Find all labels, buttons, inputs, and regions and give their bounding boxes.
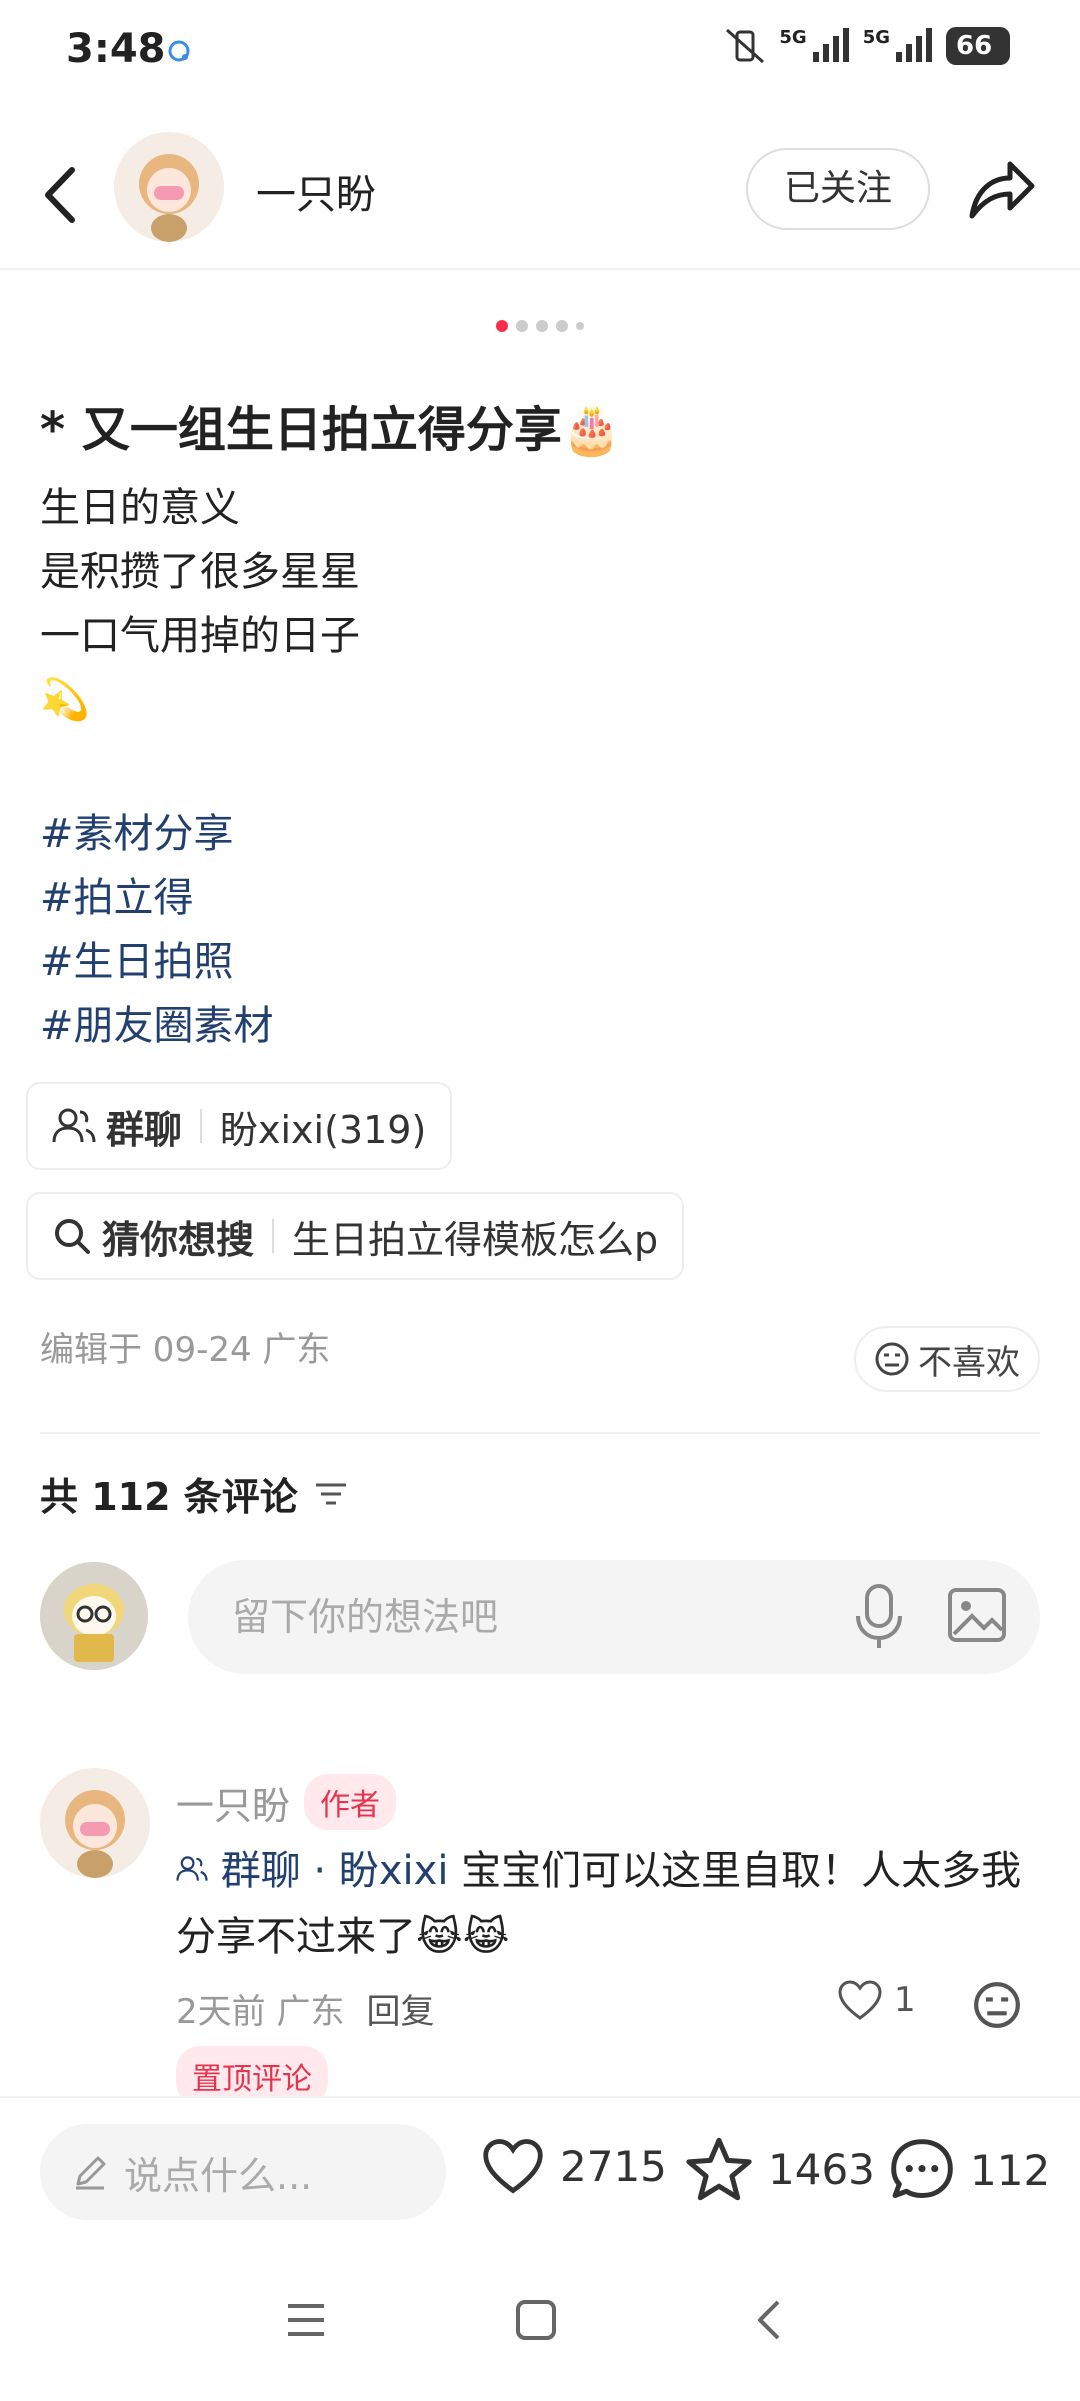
favorite-count: 1463 [768, 2144, 875, 2194]
search-icon [55, 1219, 90, 1254]
current-user-avatar-image [40, 1562, 148, 1670]
author-badge: 作者 [304, 1774, 397, 1830]
post-body-line: 是积攒了很多星星 [40, 549, 360, 595]
hashtag-link[interactable]: #生日拍照 [40, 930, 274, 994]
sort-filter-icon[interactable] [314, 1479, 348, 1509]
reply-button[interactable]: 回复 [366, 1992, 434, 2032]
hashtag-link[interactable]: #朋友圈素材 [40, 994, 274, 1058]
signal-icon [812, 28, 849, 62]
comment-text: 群聊 · 盼xixi 宝宝们可以这里自取！人太多我分享不过来了😹😹 [176, 1838, 1036, 1970]
post-tags: #素材分享 #拍立得 #生日拍照 #朋友圈素材 [40, 802, 274, 1058]
group-link-icon [176, 1856, 208, 1881]
comment-dislike-icon[interactable] [972, 1980, 1022, 2030]
comment-bubble-icon [891, 2139, 953, 2198]
comment-time-location: 2天前 广东 [176, 1992, 345, 2032]
group-icon [52, 1108, 96, 1143]
post-body-line: 一口气用掉的日子 [40, 613, 360, 659]
divider [40, 1432, 1040, 1434]
comment-author-avatar[interactable] [40, 1768, 150, 1878]
dislike-label: 不喜欢 [918, 1342, 1020, 1383]
post-body-line: 生日的意义 [40, 485, 240, 531]
comment-like-button[interactable]: 1 [836, 1978, 916, 2022]
carousel-dot [556, 320, 568, 332]
group-chip-value: 盼xixi(319) [220, 1107, 427, 1152]
carousel-dot [576, 322, 584, 330]
carousel-dot [536, 320, 548, 332]
edit-meta: 编辑于 09-24 广东 [40, 1330, 331, 1370]
pencil-icon [76, 2156, 106, 2190]
group-chat-chip[interactable]: 群聊 盼xixi(319) [26, 1082, 453, 1170]
network-label-1: 5G [779, 26, 807, 48]
search-chip-value: 生日拍立得模板怎么p [292, 1217, 659, 1262]
status-icons: 5G 5G 66 [723, 26, 1010, 66]
like-count: 2715 [560, 2141, 667, 2191]
recent-apps-icon[interactable] [284, 2298, 328, 2342]
comment-like-count: 1 [894, 1980, 916, 2020]
like-button[interactable]: 2715 [480, 2136, 667, 2196]
comment-meta: 2天前 广东 回复 [176, 1984, 434, 2033]
heart-icon [838, 1980, 882, 2020]
author-name[interactable]: 一只盼 [256, 162, 376, 220]
comment-count-label: 共 112 条评论 [40, 1475, 298, 1519]
neutral-face-icon [875, 1342, 909, 1376]
hashtag-link[interactable]: #素材分享 [40, 802, 274, 866]
signal-icon-2 [896, 28, 932, 62]
comment-input[interactable]: 留下你的想法吧 [188, 1560, 1040, 1674]
carousel-dot-active [496, 320, 508, 332]
post-title: * 又一组生日拍立得分享🎂 [40, 402, 622, 458]
say-something-input[interactable]: 说点什么... [40, 2124, 446, 2220]
comment-author-avatar-image [40, 1768, 150, 1878]
carousel-dot [516, 320, 528, 332]
hashtag-link[interactable]: #拍立得 [40, 866, 274, 930]
group-chip-label: 群聊 [106, 1107, 183, 1152]
chip-separator [272, 1219, 275, 1253]
back-arrow-icon[interactable] [36, 160, 86, 230]
star-icon [686, 2137, 752, 2201]
author-avatar[interactable] [114, 132, 224, 242]
status-time: 3:48 [66, 26, 166, 72]
search-chip-label: 猜你想搜 [102, 1217, 255, 1262]
suggested-search-chip[interactable]: 猜你想搜 生日拍立得模板怎么p [26, 1192, 685, 1280]
image-carousel-indicator [0, 320, 1080, 332]
battery-indicator: 66 [946, 27, 1010, 65]
image-picker-icon[interactable] [946, 1584, 1008, 1646]
system-back-icon[interactable] [748, 2298, 792, 2342]
comment-count: 共 112 条评论 [40, 1466, 348, 1521]
microphone-icon[interactable] [852, 1582, 906, 1652]
dislike-button[interactable]: 不喜欢 [854, 1326, 1040, 1392]
mute-vibrate-icon [726, 28, 765, 64]
heart-icon [483, 2139, 543, 2194]
current-user-avatar [40, 1562, 148, 1670]
comment-author: 一只盼 作者 [176, 1774, 397, 1830]
favorite-button[interactable]: 1463 [684, 2136, 875, 2202]
location-icon [168, 40, 190, 62]
share-icon[interactable] [962, 150, 1038, 226]
comment-button[interactable]: 112 [888, 2136, 1050, 2204]
comment-author-name[interactable]: 一只盼 [176, 1775, 290, 1830]
group-chat-link[interactable]: 群聊 · 盼xixi [221, 1848, 449, 1894]
home-icon[interactable] [514, 2298, 558, 2342]
post-body: 生日的意义 是积攒了很多星星 一口气用掉的日子 💫 [40, 476, 360, 732]
say-placeholder: 说点什么... [124, 2153, 313, 2198]
chip-separator [200, 1109, 203, 1143]
comment-total: 112 [970, 2145, 1051, 2195]
post-body-line: 💫 [40, 677, 90, 723]
status-bar: 3:48 5G 5G 66 [0, 0, 1080, 100]
network-label-2: 5G [862, 26, 890, 48]
follow-button[interactable]: 已关注 [746, 148, 930, 230]
author-avatar-image [114, 132, 224, 242]
